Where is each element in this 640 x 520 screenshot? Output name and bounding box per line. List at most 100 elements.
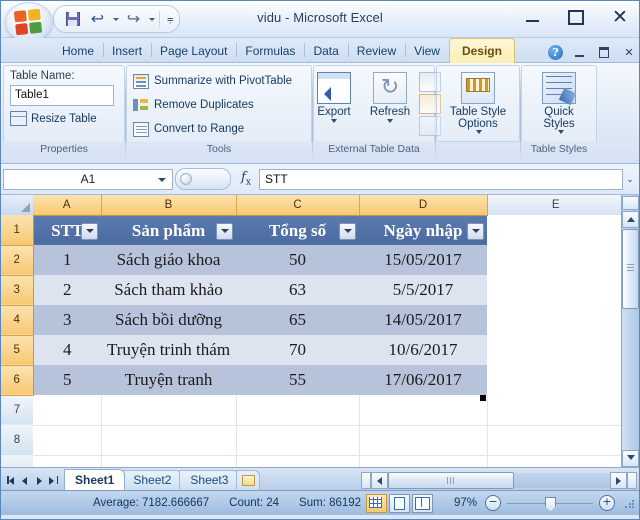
cell-a4[interactable]: 3 [33,305,101,335]
split-box-horizontal[interactable] [361,472,371,489]
cell-d6[interactable]: 17/06/2017 [359,365,487,395]
tab-home[interactable]: Home [53,39,103,62]
cell-e6[interactable] [487,365,621,395]
cell-d9[interactable] [359,455,488,467]
cell-b2[interactable]: Sách giáo khoa [101,245,236,275]
help-icon[interactable]: ? [548,45,563,60]
convert-to-range-button[interactable]: Convert to Range [133,117,244,141]
row-header-2[interactable]: 2 [1,245,34,276]
first-sheet-button[interactable] [5,473,18,487]
cell-c6[interactable]: 55 [236,365,359,395]
refresh-dropdown-icon[interactable] [387,119,393,123]
cell-b5[interactable]: Truyện trinh thám [101,335,236,365]
zoom-slider[interactable]: − + [485,495,615,512]
cell-d2[interactable]: 15/05/2017 [359,245,487,275]
tab-formulas[interactable]: Formulas [236,39,304,62]
scroll-right-button[interactable] [610,472,627,489]
cell-a6[interactable]: 5 [33,365,101,395]
select-all-button[interactable] [1,195,33,215]
table-style-options-dropdown-icon[interactable] [476,130,483,134]
minimize-button[interactable] [519,5,545,29]
cell-b8[interactable] [101,425,237,456]
tab-insert[interactable]: Insert [103,39,151,62]
cell-e8[interactable] [487,425,621,456]
cell-e2[interactable] [487,245,621,275]
horizontal-scroll-track[interactable] [514,473,610,488]
resize-grip[interactable] [621,496,635,510]
cell-a8[interactable] [33,425,102,456]
cell-b9[interactable] [101,455,237,467]
tab-view[interactable]: View [405,39,449,62]
row-header-8[interactable]: 8 [1,425,33,455]
column-header-a[interactable]: A [33,195,102,216]
cell-d7[interactable] [359,395,488,426]
ribbon-restore-button[interactable] [599,47,611,58]
sheet-tab-sheet1[interactable]: Sheet1 [64,469,126,490]
column-header-e[interactable]: E [487,195,621,215]
cell-c8[interactable] [236,425,360,456]
cell-a5[interactable]: 4 [33,335,101,365]
scroll-down-button[interactable] [622,450,639,467]
filter-dropdown-icon-d[interactable] [467,222,484,240]
cell-c4[interactable]: 65 [236,305,359,335]
insert-function-icon[interactable]: fx [233,170,259,188]
cell-e4[interactable] [487,305,621,335]
formula-input[interactable]: STT [259,168,623,190]
cell-a2[interactable]: 1 [33,245,101,275]
resize-table-button[interactable]: Resize Table [10,111,97,126]
row-header-9[interactable] [1,455,33,467]
horizontal-scrollbar[interactable] [361,472,637,489]
previous-sheet-button[interactable] [19,473,32,487]
view-normal-button[interactable] [366,493,387,513]
table-style-options-button[interactable]: Table Style Options [445,70,511,134]
cell-d5[interactable]: 10/6/2017 [359,335,487,365]
row-header-1[interactable]: 1 [1,215,34,246]
formula-bar-buttons[interactable] [175,168,231,190]
cell-a3[interactable]: 2 [33,275,101,305]
refresh-button[interactable]: Refresh [363,70,417,123]
table-name-input[interactable]: Table1 [10,85,114,106]
column-header-b[interactable]: B [101,195,237,216]
quick-styles-button[interactable]: Quick Styles [532,70,586,134]
split-box-vertical[interactable] [622,196,639,210]
zoom-level[interactable]: 97% [443,497,477,509]
zoom-in-button[interactable]: + [599,495,615,511]
cell-b6[interactable]: Truyện tranh [101,365,236,395]
zoom-slider-thumb[interactable] [545,496,556,512]
cell-b7[interactable] [101,395,237,426]
scroll-up-button[interactable] [622,211,639,228]
fill-handle[interactable] [480,395,486,401]
vertical-scrollbar[interactable] [621,195,639,467]
cell-e9[interactable] [487,455,621,467]
cell-c3[interactable]: 63 [236,275,359,305]
vertical-scroll-thumb[interactable] [622,229,639,309]
summarize-with-pivottable-button[interactable]: Summarize with PivotTable [133,69,292,93]
expand-formula-bar-icon[interactable]: ⌄ [623,174,637,185]
sheet-tab-sheet3[interactable]: Sheet3 [179,470,240,490]
cell-c9[interactable] [236,455,360,467]
table-header-cell-tongso[interactable]: Tổng số [236,215,359,245]
cell-c7[interactable] [236,395,360,426]
split-box-horizontal-right[interactable] [627,472,637,489]
ribbon-minimize-button[interactable] [575,48,587,57]
view-page-break-button[interactable] [412,493,433,513]
filter-dropdown-icon-a[interactable] [81,222,98,240]
table-header-cell-ngaynhap[interactable]: Ngày nhập [359,215,487,245]
zoom-out-button[interactable]: − [485,495,501,511]
row-header-4[interactable]: 4 [1,305,34,336]
name-box-dropdown-icon[interactable] [158,177,166,182]
cell-c5[interactable]: 70 [236,335,359,365]
view-page-layout-button[interactable] [389,493,410,513]
horizontal-scroll-thumb[interactable] [388,472,514,489]
remove-duplicates-button[interactable]: Remove Duplicates [133,93,254,117]
tab-data[interactable]: Data [304,39,347,62]
cell-a7[interactable] [33,395,102,426]
zoom-slider-track[interactable] [507,496,593,512]
export-button[interactable]: Export [307,70,361,123]
column-header-c[interactable]: C [236,195,360,216]
cell-d4[interactable]: 14/05/2017 [359,305,487,335]
sheet-tab-sheet2[interactable]: Sheet2 [122,470,183,490]
tab-review[interactable]: Review [347,39,405,62]
row-header-6[interactable]: 6 [1,365,34,396]
filter-dropdown-icon-c[interactable] [339,222,356,240]
